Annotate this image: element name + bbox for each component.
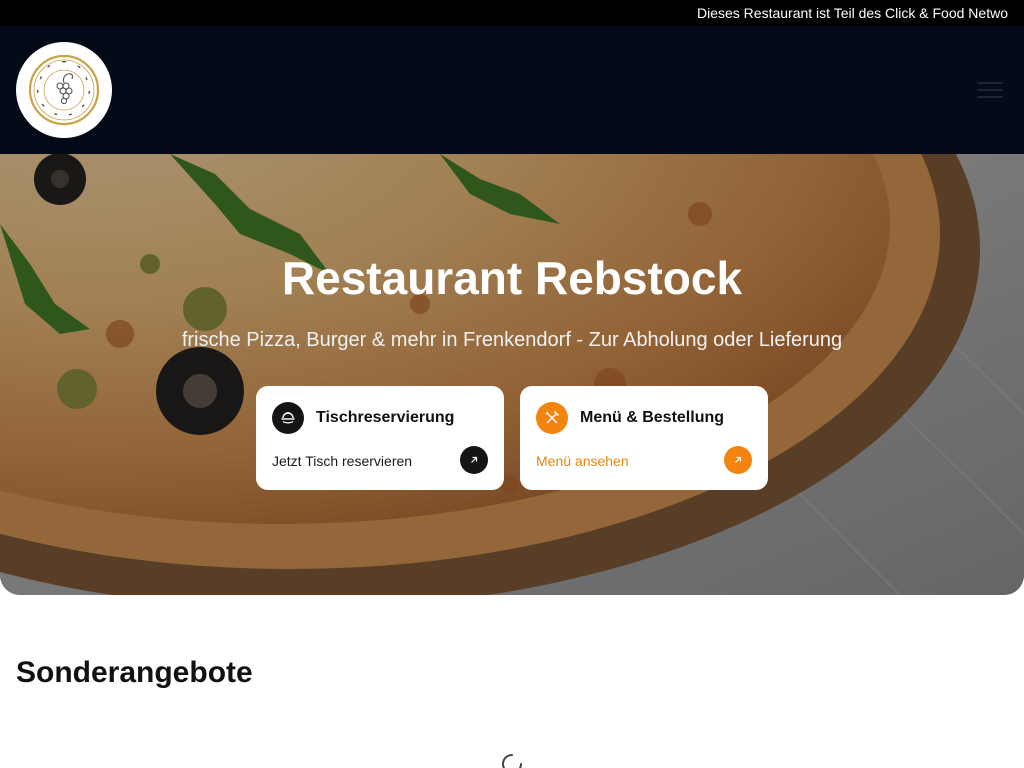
announcement-bar: Dieses Restaurant ist Teil des Click & F…: [0, 0, 1024, 26]
table-reservation-icon: [272, 402, 304, 434]
table-reservation-title: Tischreservierung: [316, 409, 455, 426]
site-header: [0, 26, 1024, 154]
hamburger-line: [977, 96, 1003, 98]
hamburger-menu-icon: [977, 82, 1003, 84]
view-menu-link[interactable]: Menü ansehen: [536, 453, 629, 469]
hero-overlay: [0, 154, 1024, 595]
restaurant-logo[interactable]: [16, 42, 112, 138]
menu-order-title: Menü & Bestellung: [580, 409, 725, 426]
arrow-up-right-icon[interactable]: [460, 446, 488, 474]
special-offers-section: Sonderangebote: [0, 595, 1024, 768]
announcement-text: Dieses Restaurant ist Teil des Click & F…: [697, 5, 1008, 21]
special-offers-heading: Sonderangebote: [16, 656, 253, 689]
logo-emblem-icon: [28, 54, 100, 126]
hero-title: Restaurant Rebstock: [281, 252, 743, 304]
hamburger-line: [977, 89, 1003, 91]
menu-order-card[interactable]: Menü & Bestellung Menü ansehen: [520, 386, 768, 490]
arrow-up-right-icon[interactable]: [724, 446, 752, 474]
table-reservation-card[interactable]: Tischreservierung Jetzt Tisch reserviere…: [256, 386, 504, 490]
hamburger-menu-button[interactable]: [974, 78, 1006, 102]
reserve-table-link[interactable]: Jetzt Tisch reservieren: [272, 453, 412, 469]
hero-section: Restaurant Rebstock frische Pizza, Burge…: [0, 154, 1024, 595]
hero-subtitle: frische Pizza, Burger & mehr in Frenkend…: [181, 329, 843, 351]
loading-spinner-icon: [502, 754, 522, 768]
cutlery-icon: [536, 402, 568, 434]
